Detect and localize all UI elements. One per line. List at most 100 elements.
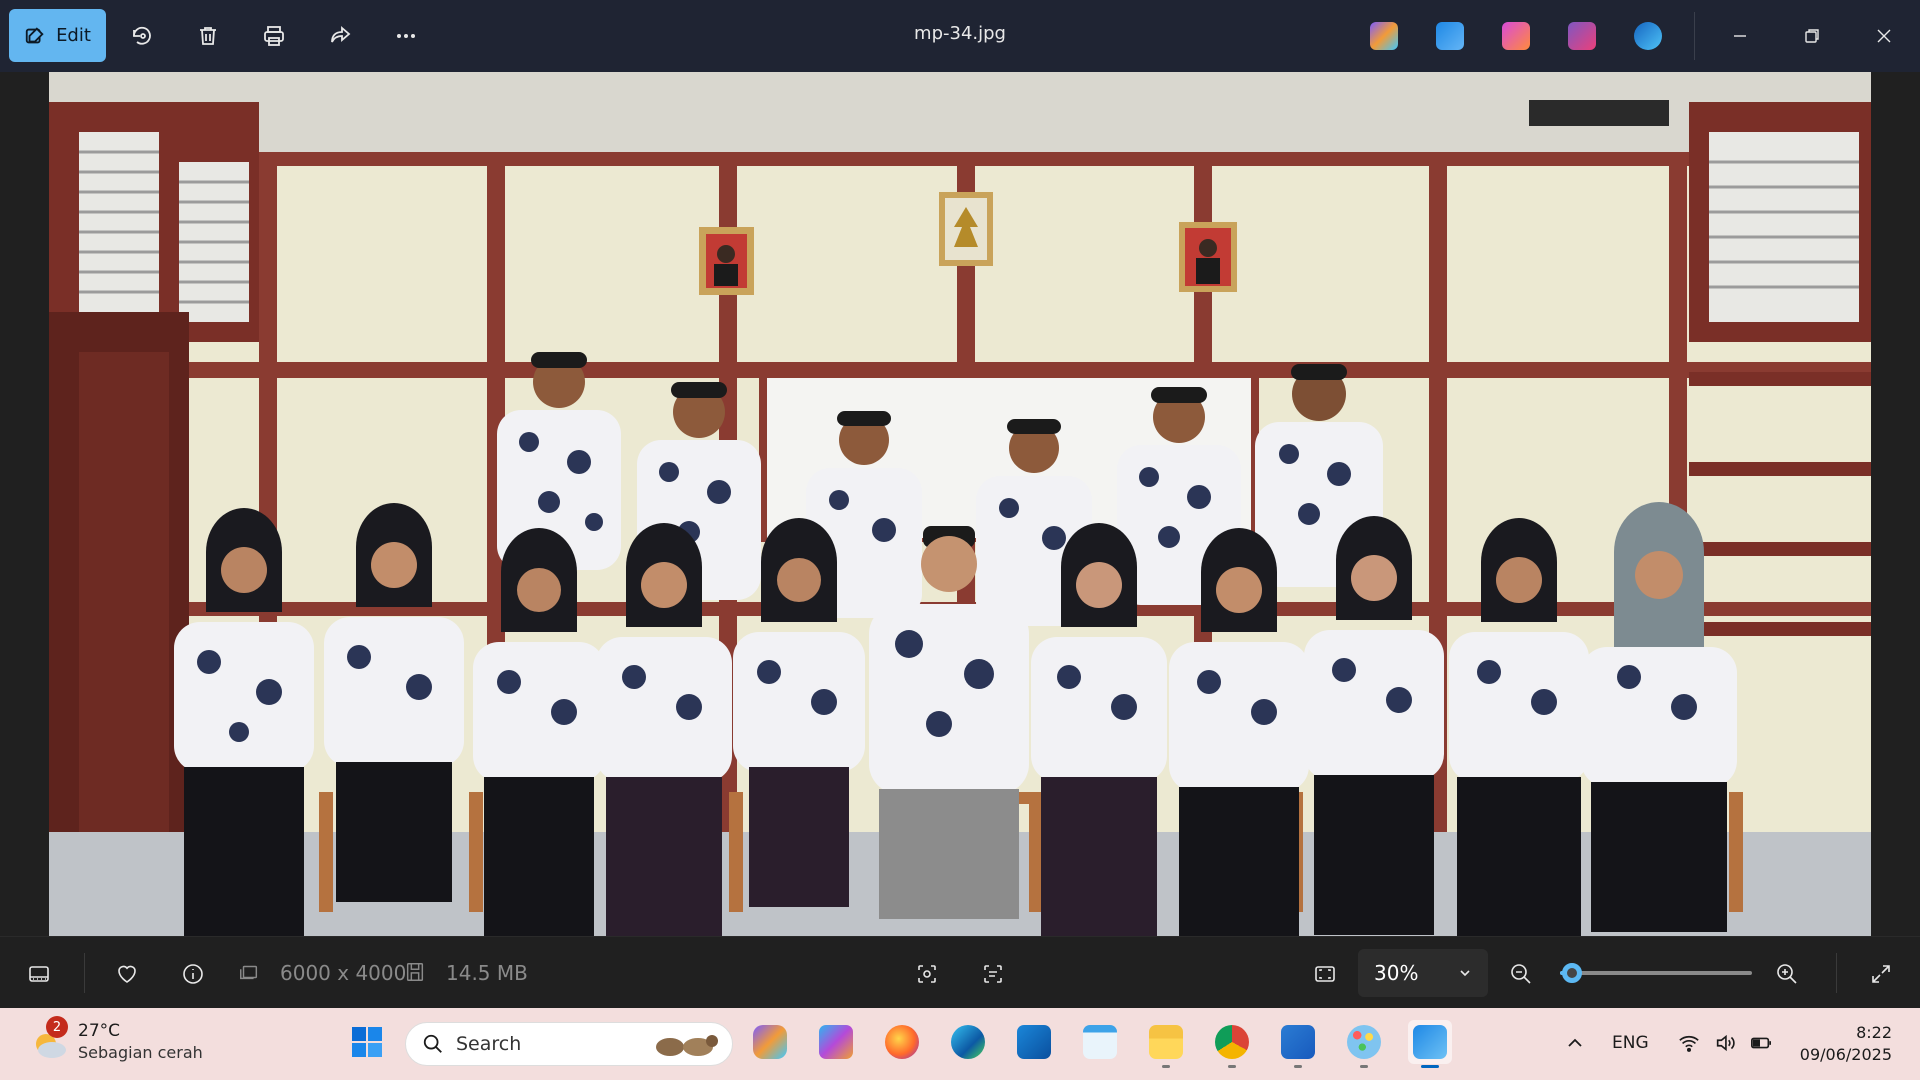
taskbar-firefox[interactable] xyxy=(880,1020,924,1064)
chevron-up-icon xyxy=(1568,1038,1582,1047)
word-icon xyxy=(1281,1025,1315,1059)
running-indicator xyxy=(1162,1065,1170,1068)
fit-to-window-button[interactable] xyxy=(1310,959,1340,989)
clock-date: 09/06/2025 xyxy=(1799,1045,1892,1064)
zoom-out-icon xyxy=(1511,964,1531,984)
volume-icon xyxy=(1716,1034,1735,1052)
infobar-divider-right xyxy=(1836,953,1837,993)
restore-button[interactable] xyxy=(1792,18,1832,54)
group-photo[interactable] xyxy=(49,72,1871,936)
taskbar-file-explorer[interactable] xyxy=(1144,1020,1188,1068)
image-dimensions: 6000 x 4000 xyxy=(280,961,407,985)
active-indicator xyxy=(1421,1065,1439,1068)
onedrive-icon[interactable] xyxy=(1634,22,1662,50)
video-editor-icon[interactable] xyxy=(1568,22,1596,50)
chevron-down-icon xyxy=(1460,970,1470,977)
taskbar-chrome[interactable] xyxy=(1210,1020,1254,1068)
share-button[interactable] xyxy=(324,20,356,52)
info-icon xyxy=(183,964,203,984)
photos-icon xyxy=(1413,1025,1447,1059)
battery-button[interactable] xyxy=(1748,1030,1774,1056)
image-canvas[interactable] xyxy=(0,72,1920,936)
zoom-dropdown[interactable]: 30% xyxy=(1358,949,1488,997)
clock[interactable]: 8:22 09/06/2025 xyxy=(1800,1022,1892,1066)
running-indicator xyxy=(1294,1065,1302,1068)
zoom-out-button[interactable] xyxy=(1506,959,1536,989)
minimize-button[interactable] xyxy=(1720,18,1760,54)
fullscreen-button[interactable] xyxy=(1866,959,1896,989)
taskbar-edge[interactable] xyxy=(946,1020,990,1064)
visual-search-icon xyxy=(918,965,936,983)
restore-icon xyxy=(1805,29,1819,43)
zoom-value: 30% xyxy=(1374,961,1419,985)
close-button[interactable] xyxy=(1864,18,1904,54)
zoom-in-button[interactable] xyxy=(1772,959,1802,989)
taskbar-paint[interactable] xyxy=(1342,1020,1386,1068)
fullscreen-icon xyxy=(1872,965,1890,983)
edge-icon xyxy=(951,1025,985,1059)
filmstrip-button[interactable] xyxy=(24,959,54,989)
delete-button[interactable] xyxy=(192,20,224,52)
taskbar-outlook[interactable] xyxy=(1012,1020,1056,1064)
clipchamp-icon[interactable] xyxy=(1502,22,1530,50)
clock-time: 8:22 xyxy=(1856,1023,1892,1042)
dimensions-icon xyxy=(238,961,260,983)
running-indicator xyxy=(1360,1065,1368,1068)
group-photo-image xyxy=(49,72,1871,936)
firefox-icon xyxy=(885,1025,919,1059)
copilot-icon[interactable] xyxy=(1370,22,1398,50)
wifi-button[interactable] xyxy=(1676,1030,1702,1056)
chrome-icon xyxy=(1215,1025,1249,1059)
scan-text-icon xyxy=(984,965,1002,983)
photos-editor-icon[interactable] xyxy=(1436,22,1464,50)
taskbar-notepad[interactable] xyxy=(1078,1020,1122,1064)
search-icon xyxy=(423,1034,442,1053)
zoom-slider[interactable] xyxy=(1560,963,1752,983)
taskbar: 2 27°C Sebagian cerah Search ENG 8:22 09… xyxy=(0,1008,1920,1080)
battery-icon xyxy=(1751,1037,1771,1049)
notepad-icon xyxy=(1083,1025,1117,1059)
rotate-icon xyxy=(133,26,151,45)
taskbar-word[interactable] xyxy=(1276,1020,1320,1068)
close-icon xyxy=(1877,29,1891,43)
language-indicator[interactable]: ENG xyxy=(1612,1033,1649,1053)
file-size: 14.5 MB xyxy=(446,961,528,985)
more-icon xyxy=(397,34,415,38)
delete-icon xyxy=(200,27,216,45)
weather-badge: 2 xyxy=(46,1016,68,1038)
print-button[interactable] xyxy=(258,20,290,52)
fit-window-icon xyxy=(1315,966,1335,982)
weather-widget[interactable]: 2 27°C Sebagian cerah xyxy=(28,1016,203,1064)
start-button[interactable] xyxy=(345,1020,389,1064)
zoom-in-icon xyxy=(1777,964,1797,984)
visual-search-button[interactable] xyxy=(912,959,942,989)
taskbar-search[interactable]: Search xyxy=(405,1022,733,1066)
edit-button-label: Edit xyxy=(56,25,91,46)
weather-temperature: 27°C xyxy=(78,1021,121,1041)
rotate-button[interactable] xyxy=(126,20,158,52)
minimize-icon xyxy=(1734,35,1746,37)
taskbar-m365[interactable] xyxy=(814,1020,858,1064)
edit-icon xyxy=(25,26,44,43)
edit-button[interactable]: Edit xyxy=(9,9,106,62)
windows-icon xyxy=(352,1027,382,1057)
outlook-icon xyxy=(1017,1025,1051,1059)
folder-icon xyxy=(1149,1025,1183,1059)
volume-button[interactable] xyxy=(1712,1030,1738,1056)
microsoft-365-icon xyxy=(819,1025,853,1059)
weather-condition: Sebagian cerah xyxy=(78,1043,203,1062)
print-icon xyxy=(264,26,284,46)
search-placeholder: Search xyxy=(456,1033,522,1055)
weather-icon: 2 xyxy=(28,1016,68,1062)
taskbar-photos[interactable] xyxy=(1408,1020,1452,1068)
favorite-button[interactable] xyxy=(112,959,142,989)
file-info-button[interactable] xyxy=(178,959,208,989)
file-size-icon xyxy=(404,961,426,983)
infobar-divider xyxy=(84,953,85,993)
more-options-button[interactable] xyxy=(390,20,422,52)
scan-text-button[interactable] xyxy=(978,959,1008,989)
zoom-slider-thumb[interactable] xyxy=(1561,963,1582,983)
show-hidden-icons-button[interactable] xyxy=(1562,1030,1588,1056)
taskbar-copilot[interactable] xyxy=(748,1020,792,1064)
share-icon xyxy=(331,26,351,43)
